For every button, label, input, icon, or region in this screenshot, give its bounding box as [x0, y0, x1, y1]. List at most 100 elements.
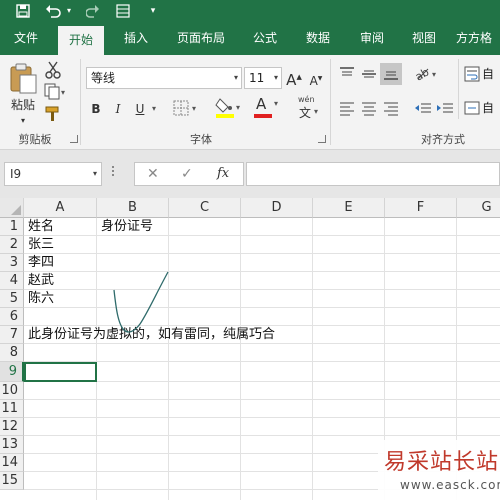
undo-dropdown-icon[interactable]: ▾	[64, 0, 74, 22]
tab-insert[interactable]: 插入	[114, 22, 158, 55]
paste-dropdown-icon[interactable]: ▾	[18, 111, 28, 131]
tab-formulas[interactable]: 公式	[246, 22, 284, 55]
form-icon[interactable]	[114, 0, 132, 22]
tab-home[interactable]: 开始	[58, 26, 104, 55]
increase-indent-icon[interactable]	[436, 99, 454, 117]
row-header-4[interactable]: 4	[0, 272, 24, 290]
row-header-14[interactable]: 14	[0, 454, 24, 472]
font-name-value: 等线	[91, 71, 116, 85]
cell-a2[interactable]: 张三	[25, 236, 54, 254]
row-header-6[interactable]: 6	[0, 308, 24, 326]
orientation-icon[interactable]: ab▾	[413, 65, 440, 83]
row-header-12[interactable]: 12	[0, 418, 24, 436]
wrap-text-button[interactable]: 自	[464, 65, 500, 85]
column-header-b[interactable]: B	[97, 198, 169, 218]
row-header-11[interactable]: 11	[0, 400, 24, 418]
phonetic-guide-button[interactable]: wén 文 ▾	[296, 95, 322, 121]
enter-icon[interactable]: ✓	[181, 163, 193, 185]
phonetic-char: 文	[299, 106, 312, 120]
chevron-down-icon: ▾	[314, 107, 319, 116]
undo-icon[interactable]	[44, 0, 62, 22]
align-top-icon[interactable]	[338, 65, 356, 83]
cancel-icon[interactable]: ✕	[147, 163, 159, 185]
align-right-icon[interactable]	[382, 99, 400, 117]
font-group-label: 字体	[190, 133, 212, 146]
font-color-swatch	[254, 114, 272, 118]
group-divider	[80, 59, 81, 145]
cell-a5[interactable]: 陈六	[25, 290, 54, 308]
grid-line	[24, 399, 500, 400]
tab-file[interactable]: 文件	[6, 22, 46, 55]
clipboard-launcher-icon[interactable]	[70, 135, 78, 143]
formula-input[interactable]	[246, 162, 500, 186]
chevron-down-icon: ▾	[233, 73, 238, 82]
row-header-10[interactable]: 10	[0, 382, 24, 400]
row-header-2[interactable]: 2	[0, 236, 24, 254]
paste-icon[interactable]	[8, 61, 38, 95]
align-middle-icon[interactable]	[360, 65, 378, 83]
column-header-g[interactable]: G	[457, 198, 500, 218]
redo-icon[interactable]	[84, 0, 102, 22]
cell-a4[interactable]: 赵武	[25, 272, 54, 290]
selected-cell[interactable]	[24, 362, 97, 382]
format-painter-icon[interactable]	[44, 105, 62, 123]
name-box-value: I9	[10, 167, 22, 181]
align-center-icon[interactable]	[360, 99, 378, 117]
cell-a3[interactable]: 李四	[25, 254, 54, 272]
italic-button[interactable]: I	[110, 99, 126, 119]
grid-line	[24, 289, 500, 290]
insert-function-icon[interactable]: fx	[217, 163, 229, 185]
font-name-select[interactable]: 等线 ▾	[86, 67, 242, 89]
grid-line	[24, 435, 500, 436]
merge-center-button[interactable]: 自	[464, 99, 500, 119]
merge-center-label: 自	[482, 101, 495, 115]
column-header-c[interactable]: C	[169, 198, 241, 218]
name-box[interactable]: I9 ▾	[4, 162, 102, 186]
underline-dropdown-icon[interactable]: ▾	[150, 99, 158, 119]
tab-view[interactable]: 视图	[404, 22, 444, 55]
tab-page-layout[interactable]: 页面布局	[170, 22, 232, 55]
grow-font-button[interactable]: A▲	[286, 67, 302, 89]
cell-a1[interactable]: 姓名	[25, 218, 54, 236]
align-bottom-icon[interactable]	[380, 63, 402, 85]
checkmark-annotation	[113, 271, 169, 333]
column-header-a[interactable]: A	[24, 198, 97, 218]
decrease-indent-icon[interactable]	[414, 99, 432, 117]
column-header-d[interactable]: D	[241, 198, 313, 218]
row-header-7[interactable]: 7	[0, 326, 24, 344]
row-header-8[interactable]: 8	[0, 344, 24, 362]
column-header-e[interactable]: E	[313, 198, 385, 218]
fill-color-icon[interactable]: ▾	[214, 95, 244, 121]
copy-icon[interactable]: ▾	[44, 83, 68, 101]
bold-button[interactable]: B	[88, 99, 104, 119]
grid-line	[240, 218, 241, 500]
grid-line	[24, 307, 500, 308]
underline-button[interactable]: U	[132, 99, 148, 119]
tab-review[interactable]: 审阅	[352, 22, 392, 55]
svg-text:▾: ▾	[192, 104, 196, 113]
borders-icon[interactable]: ▾	[170, 97, 200, 119]
cell-b1[interactable]: 身份证号	[98, 218, 153, 236]
tab-more[interactable]: 方方格	[456, 22, 500, 55]
row-header-5[interactable]: 5	[0, 290, 24, 308]
tab-data[interactable]: 数据	[298, 22, 338, 55]
customize-icon[interactable]: ▾	[146, 0, 160, 22]
align-left-icon[interactable]	[338, 99, 356, 117]
row-header-3[interactable]: 3	[0, 254, 24, 272]
row-header-15[interactable]: 15	[0, 472, 24, 490]
cut-icon[interactable]	[44, 61, 62, 79]
font-color-button[interactable]: A ▾	[252, 95, 282, 121]
grow-font-label: A	[286, 71, 297, 89]
row-header-1[interactable]: 1	[0, 218, 24, 236]
shrink-font-button[interactable]: A▼	[308, 69, 324, 89]
formula-bar-grip[interactable]	[112, 164, 116, 184]
font-size-select[interactable]: 11 ▾	[244, 67, 282, 89]
column-header-f[interactable]: F	[385, 198, 457, 218]
save-icon[interactable]	[14, 0, 32, 22]
font-launcher-icon[interactable]	[318, 135, 326, 143]
row-header-13[interactable]: 13	[0, 436, 24, 454]
row-header-9[interactable]: 9	[0, 362, 24, 382]
select-all-corner[interactable]	[0, 198, 24, 218]
title-bar: ▾ ▾	[0, 0, 500, 22]
shrink-font-label: A	[309, 74, 318, 88]
